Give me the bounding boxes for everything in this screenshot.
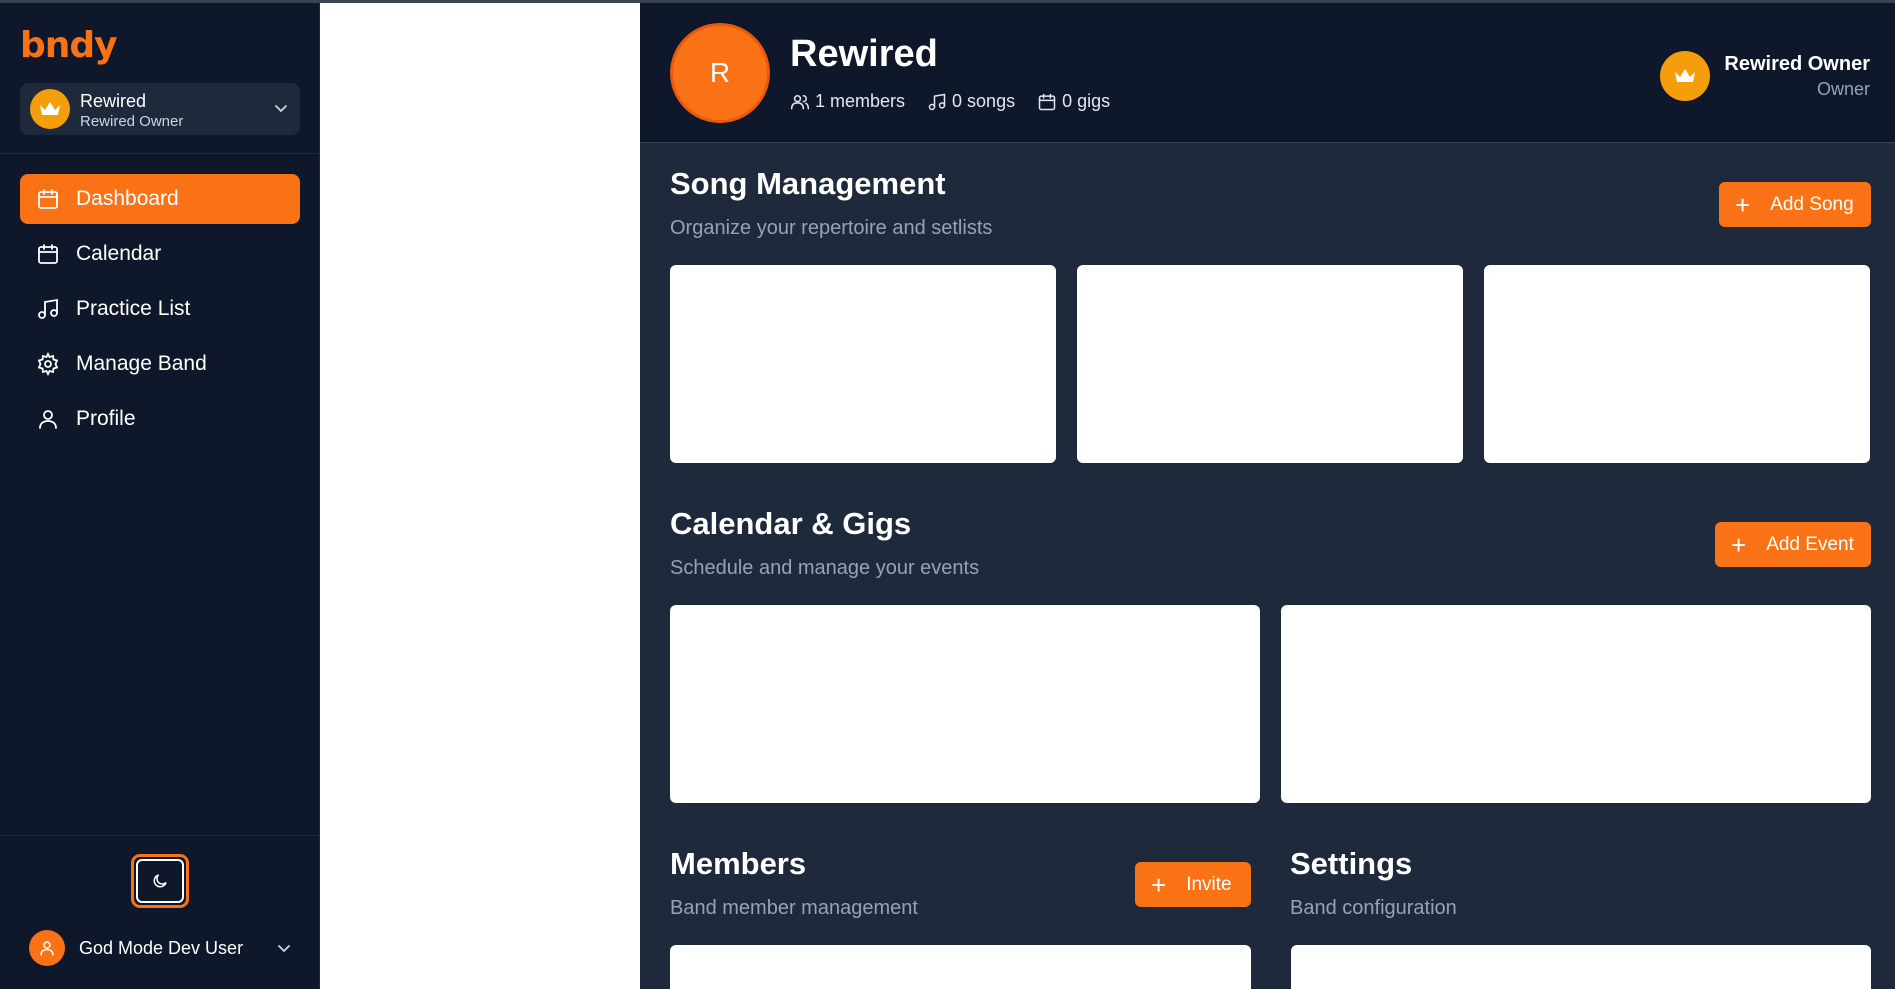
sidebar-item-label: Profile xyxy=(76,407,136,430)
songs-section-title: Song Management xyxy=(670,166,946,201)
theme-toggle-button[interactable] xyxy=(131,854,189,908)
songs-count: 0 songs xyxy=(952,91,1016,111)
calendar-card xyxy=(1281,605,1871,803)
chevron-down-icon xyxy=(278,945,290,953)
sidebar-divider xyxy=(0,153,320,154)
user-icon xyxy=(40,941,54,956)
add-song-button[interactable]: + Add Song xyxy=(1719,182,1871,227)
page-title: Rewired xyxy=(790,33,938,75)
add-song-label: Add Song xyxy=(1770,193,1854,215)
sidebar-item-label: Practice List xyxy=(76,297,191,320)
theme-toggle-inner xyxy=(136,859,184,903)
user-icon xyxy=(39,410,57,429)
plus-icon: + xyxy=(1731,529,1747,560)
band-stats: 1 members 0 songs 0 gigs xyxy=(790,91,1132,112)
members-card xyxy=(670,945,1251,989)
sidebar-item-manage-band[interactable]: Manage Band xyxy=(20,339,300,389)
calendar-icon xyxy=(38,244,58,264)
settings-card xyxy=(1291,945,1871,989)
sidebar-item-dashboard[interactable]: Dashboard xyxy=(20,174,300,224)
invite-label: Invite xyxy=(1186,873,1232,895)
music-note-icon xyxy=(928,93,946,110)
song-card xyxy=(1077,265,1463,463)
main-content: R Rewired 1 members 0 songs 0 gigs Rewir… xyxy=(640,3,1895,989)
band-avatar: R xyxy=(670,23,770,123)
sidebar: bndy Rewired Rewired Owner Dashboard Cal… xyxy=(0,3,320,989)
chevron-down-icon xyxy=(274,101,288,120)
sidebar-item-label: Calendar xyxy=(76,242,162,265)
members-stat: 1 members xyxy=(790,91,905,112)
calendar-icon xyxy=(38,189,58,209)
gigs-stat: 0 gigs xyxy=(1037,91,1110,112)
sidebar-item-calendar[interactable]: Calendar xyxy=(20,229,300,279)
user-menu[interactable]: God Mode Dev User xyxy=(29,929,291,967)
calendar-card xyxy=(670,605,1260,803)
members-section-title: Members xyxy=(670,846,807,881)
blank-panel xyxy=(320,3,640,989)
sidebar-item-label: Manage Band xyxy=(76,352,207,375)
plus-icon: + xyxy=(1151,869,1167,900)
sidebar-footer-divider xyxy=(0,835,320,836)
gear-icon xyxy=(37,352,59,376)
calendar-section-title: Calendar & Gigs xyxy=(670,506,912,541)
crown-icon xyxy=(30,89,70,129)
moon-icon xyxy=(153,874,167,888)
add-event-button[interactable]: + Add Event xyxy=(1715,522,1871,567)
sidebar-item-practice-list[interactable]: Practice List xyxy=(20,284,300,334)
band-switcher-role: Rewired Owner xyxy=(80,113,184,130)
invite-button[interactable]: + Invite xyxy=(1135,862,1251,907)
top-border xyxy=(0,0,1895,3)
members-count: 1 members xyxy=(815,91,906,111)
settings-section-subtitle: Band configuration xyxy=(1290,897,1457,919)
owner-role: Owner xyxy=(1816,79,1870,99)
users-icon xyxy=(790,94,810,109)
user-name: God Mode Dev User xyxy=(79,937,244,958)
sidebar-item-label: Dashboard xyxy=(76,187,179,210)
band-switcher[interactable]: Rewired Rewired Owner xyxy=(20,83,300,135)
avatar xyxy=(29,930,65,966)
songs-section-subtitle: Organize your repertoire and setlists xyxy=(670,217,993,239)
band-switcher-name: Rewired xyxy=(80,91,147,111)
song-card xyxy=(1484,265,1870,463)
crown-icon xyxy=(1660,51,1710,101)
owner-info: Rewired Owner Owner xyxy=(1640,48,1870,101)
song-card xyxy=(670,265,1056,463)
plus-icon: + xyxy=(1735,189,1751,220)
owner-name: Rewired Owner xyxy=(1724,53,1870,75)
add-event-label: Add Event xyxy=(1766,533,1854,555)
calendar-section-subtitle: Schedule and manage your events xyxy=(670,557,980,579)
members-section-subtitle: Band member management xyxy=(670,897,918,919)
settings-section-title: Settings xyxy=(1290,846,1413,881)
app-logo[interactable]: bndy xyxy=(20,25,118,66)
music-note-icon xyxy=(38,298,58,319)
gigs-count: 0 gigs xyxy=(1062,91,1111,111)
songs-stat: 0 songs xyxy=(927,91,1015,112)
sidebar-nav: Dashboard Calendar Practice List Manage … xyxy=(20,174,300,449)
sidebar-item-profile[interactable]: Profile xyxy=(20,394,300,444)
calendar-icon xyxy=(1038,93,1056,110)
band-header: R Rewired 1 members 0 songs 0 gigs Rewir… xyxy=(640,3,1895,143)
